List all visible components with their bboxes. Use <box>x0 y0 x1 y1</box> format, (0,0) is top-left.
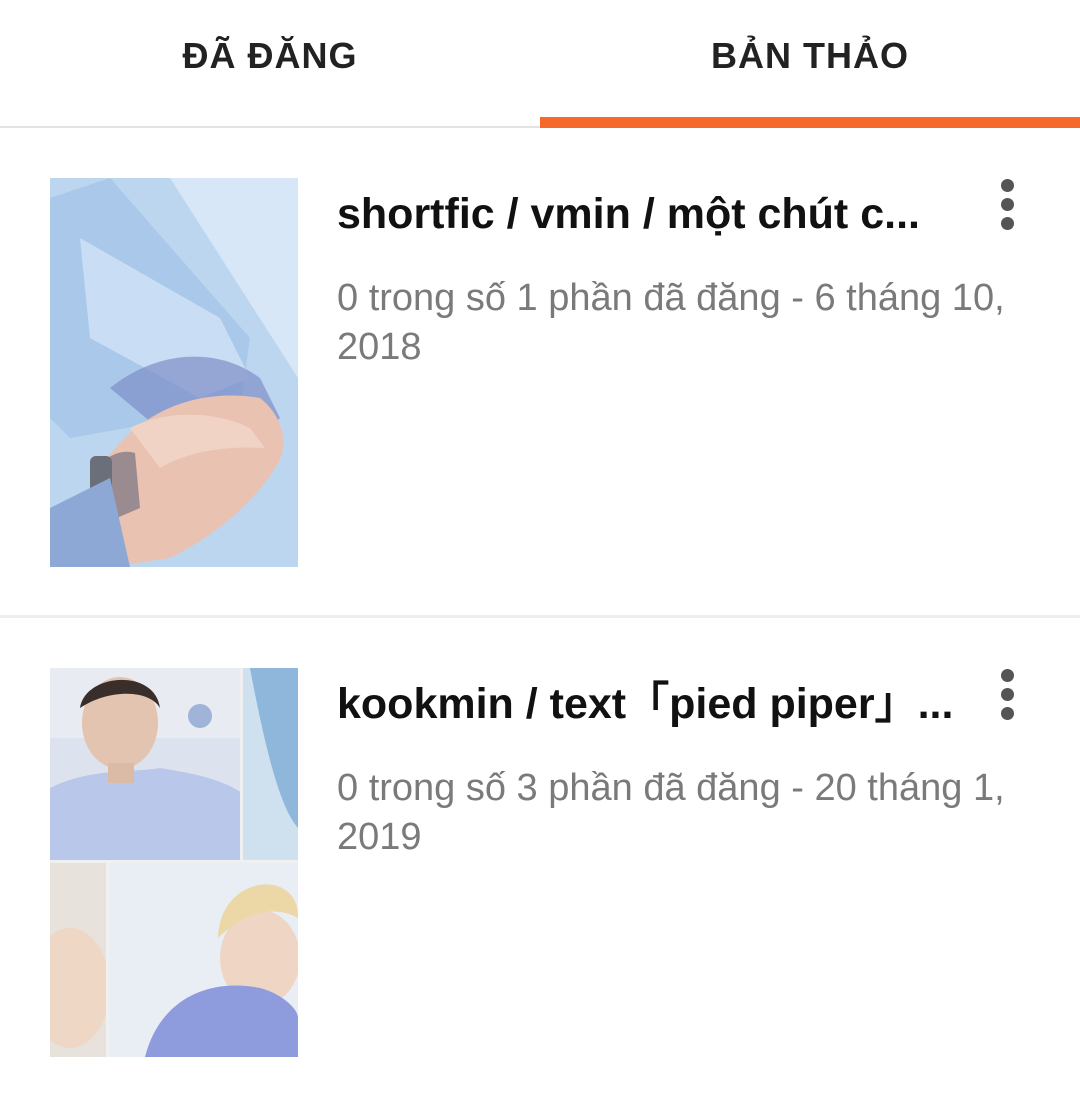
story-meta: 0 trong số 1 phần đã đăng - 6 tháng 10, … <box>337 277 1005 368</box>
story-cover-image[interactable] <box>50 668 298 1057</box>
tab-drafts[interactable]: BẢN THẢO <box>540 0 1080 128</box>
tab-bar: ĐÃ ĐĂNG BẢN THẢO <box>0 0 1080 128</box>
story-list: shortfic / vmin / một chút c... 0 trong … <box>0 128 1080 1102</box>
story-meta: 0 trong số 3 phần đã đăng - 20 tháng 1, … <box>337 767 1005 858</box>
story-item[interactable]: kookmin / text「pied piper」... 0 trong số… <box>0 618 1080 1102</box>
story-title[interactable]: kookmin / text「pied piper」... <box>337 678 962 730</box>
tab-published-label: ĐÃ ĐĂNG <box>182 35 358 76</box>
active-tab-indicator <box>540 117 1080 128</box>
cover-art-collage <box>50 668 298 1057</box>
story-cover-image[interactable] <box>50 178 298 567</box>
story-info: kookmin / text「pied piper」... 0 trong số… <box>337 678 1037 862</box>
tab-published[interactable]: ĐÃ ĐĂNG <box>0 0 540 126</box>
more-vertical-icon[interactable] <box>982 665 1032 723</box>
story-title[interactable]: shortfic / vmin / một chút c... <box>337 188 962 240</box>
cover-art-hands <box>50 178 298 567</box>
more-vertical-icon[interactable] <box>982 175 1032 233</box>
tab-drafts-label: BẢN THẢO <box>711 35 909 76</box>
story-item[interactable]: shortfic / vmin / một chút c... 0 trong … <box>0 128 1080 618</box>
story-info: shortfic / vmin / một chút c... 0 trong … <box>337 188 1037 372</box>
